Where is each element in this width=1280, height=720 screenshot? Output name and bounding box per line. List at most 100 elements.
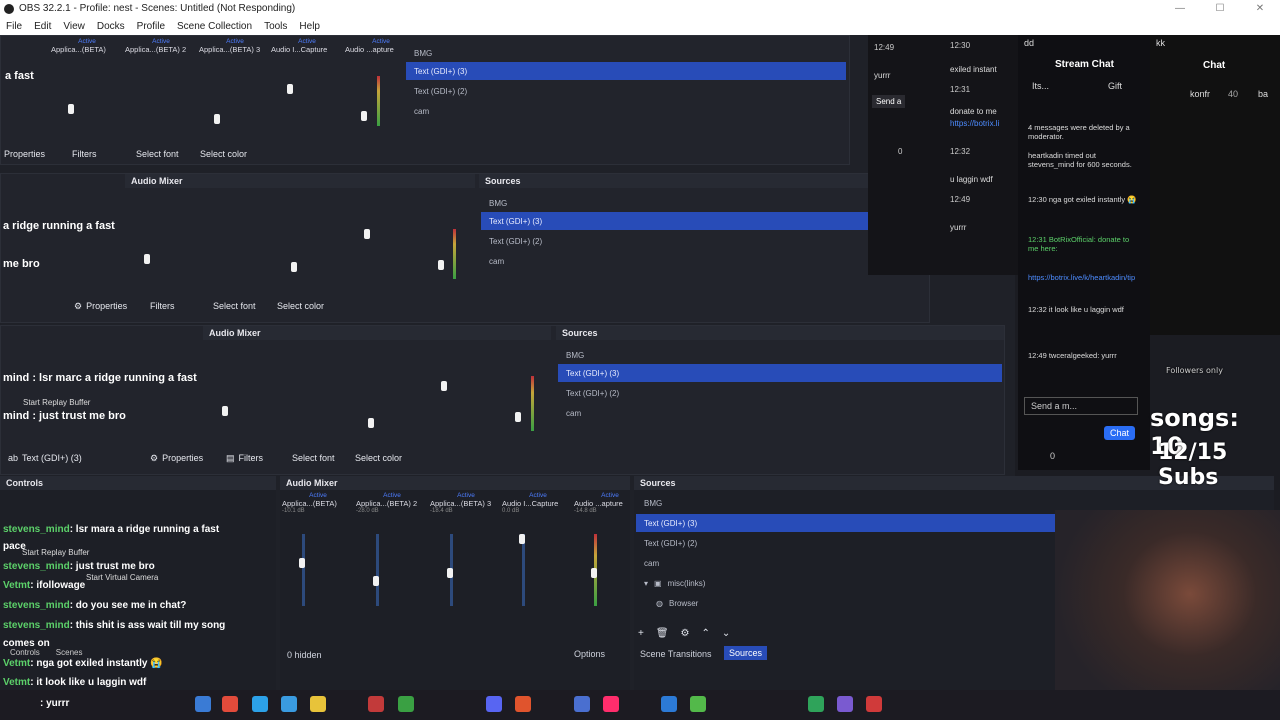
source-row-selected[interactable]: Text (GDI+) (3) [481,212,926,230]
app-icon[interactable] [574,696,590,712]
tab-scenes[interactable]: Scenes [56,648,83,657]
kk-chat-title: Chat [1203,60,1226,71]
feedback-layer-2: Audio Mixer Sources a ridge running a fa… [0,173,930,323]
app-icon[interactable] [222,696,238,712]
chevron-down-icon[interactable]: ▾ [644,579,648,588]
menu-edit[interactable]: Edit [28,21,57,32]
minimize-button[interactable]: — [1160,0,1200,17]
volume-fader[interactable] [373,576,379,586]
volume-fader[interactable] [222,406,228,416]
source-row[interactable]: cam [481,252,926,270]
volume-fader[interactable] [291,262,297,272]
maximize-button[interactable]: ☐ [1200,0,1240,17]
select-font-button[interactable]: Select font [136,145,179,163]
tab-controls[interactable]: Controls [10,648,40,657]
properties-button[interactable]: Properties [4,145,45,163]
filters-button[interactable]: ▤ Filters [226,449,263,467]
replay-buffer-label[interactable]: Start Replay Buffer [22,548,89,557]
move-down-icon[interactable]: ⌄ [722,628,730,639]
properties-button[interactable]: ⚙ Properties [150,449,203,467]
select-color-button[interactable]: Select color [200,145,247,163]
menu-view[interactable]: View [57,21,91,32]
source-row-selected[interactable]: Text (GDI+) (3) [558,364,1002,382]
ghost-text: mind : just trust me bro [3,410,126,422]
channel-name: Applica...(BETA) [282,499,337,508]
menu-tools[interactable]: Tools [258,21,293,32]
discord-icon[interactable] [486,696,502,712]
source-row[interactable]: Text (GDI+) (2) [558,384,1002,402]
app-icon[interactable] [690,696,706,712]
replay-buffer-label[interactable]: Start Replay Buffer [23,398,90,407]
volume-fader[interactable] [519,534,525,544]
volume-fader[interactable] [299,558,305,568]
app-icon[interactable] [398,696,414,712]
tab-scene-transitions[interactable]: Scene Transitions [640,649,712,659]
source-row[interactable]: BMG [558,346,1002,364]
audio-meter [377,76,380,126]
mini-chat-strip: 12:49 yurrr Send a 0 12:30 exiled instan… [868,35,1018,275]
select-font-button[interactable]: Select font [292,449,335,467]
chat-input[interactable]: Send a m... [1024,397,1138,415]
volume-fader[interactable] [447,568,453,578]
chat-link[interactable]: https://botrix.live/k/heartkadin/tip [1028,273,1140,282]
app-icon[interactable] [837,696,853,712]
menu-docks[interactable]: Docks [91,21,131,32]
chat-send-button[interactable]: Chat [1104,426,1136,440]
source-row[interactable]: Text (GDI+) (2) [406,82,846,100]
tab-sources[interactable]: Sources [724,646,768,660]
app-icon[interactable] [866,696,882,712]
browser-icon[interactable] [252,696,268,712]
source-row[interactable]: BMG [481,194,926,212]
select-color-button[interactable]: Select color [277,297,324,315]
source-row[interactable]: cam [406,102,846,120]
volume-fader[interactable] [368,418,374,428]
volume-fader[interactable] [68,104,74,114]
chat-link[interactable]: https://botrix.li [950,119,999,128]
app-icon[interactable] [808,696,824,712]
menu-file[interactable]: File [0,21,28,32]
filters-button[interactable]: Filters [72,145,97,163]
trash-icon[interactable]: 🗑 [656,628,669,639]
options-button[interactable]: Options [574,649,605,659]
volume-fader[interactable] [144,254,150,264]
folder-icon[interactable] [310,696,326,712]
app-icon[interactable] [368,696,384,712]
select-font-button[interactable]: Select font [213,297,256,315]
app-icon[interactable] [661,696,677,712]
channel-status: Active [457,492,475,499]
volume-fader[interactable] [438,260,444,270]
app-icon[interactable] [281,696,297,712]
select-color-button[interactable]: Select color [355,449,402,467]
window-titlebar: OBS 32.2.1 - Profile: nest - Scenes: Unt… [0,0,1280,17]
volume-fader[interactable] [515,412,521,422]
filters-button[interactable]: Filters [150,297,175,315]
volume-fader[interactable] [361,111,367,121]
chat-message: : nga got exiled instantly 😭 [30,658,163,669]
virtual-camera-label[interactable]: Start Virtual Camera [86,573,158,582]
chat-message: : just trust me bro [69,561,155,572]
close-button[interactable]: ✕ [1240,0,1280,17]
chat-username: stevens_mind [3,524,70,535]
move-up-icon[interactable]: ⌃ [702,628,710,639]
volume-fader[interactable] [591,568,597,578]
menu-profile[interactable]: Profile [131,21,171,32]
source-row[interactable]: cam [558,404,1002,422]
properties-button[interactable]: ⚙ Properties [74,297,127,315]
kk-extra: ba [1258,89,1269,99]
source-row[interactable]: BMG [406,44,846,62]
app-icon[interactable] [603,696,619,712]
volume-fader[interactable] [214,114,220,124]
volume-fader[interactable] [441,381,447,391]
app-icon[interactable] [195,696,211,712]
source-row-selected[interactable]: Text (GDI+) (3) [406,62,846,80]
menu-help[interactable]: Help [293,21,326,32]
gift-label[interactable]: Gift [1108,81,1122,91]
menu-scene-collection[interactable]: Scene Collection [171,21,258,32]
gear-icon[interactable]: ⚙ [681,628,690,639]
app-icon[interactable] [515,696,531,712]
source-row[interactable]: Text (GDI+) (2) [481,232,926,250]
volume-fader[interactable] [287,84,293,94]
add-source-icon[interactable]: + [638,628,644,639]
send-button[interactable]: Send a [872,95,906,108]
volume-fader[interactable] [364,229,370,239]
